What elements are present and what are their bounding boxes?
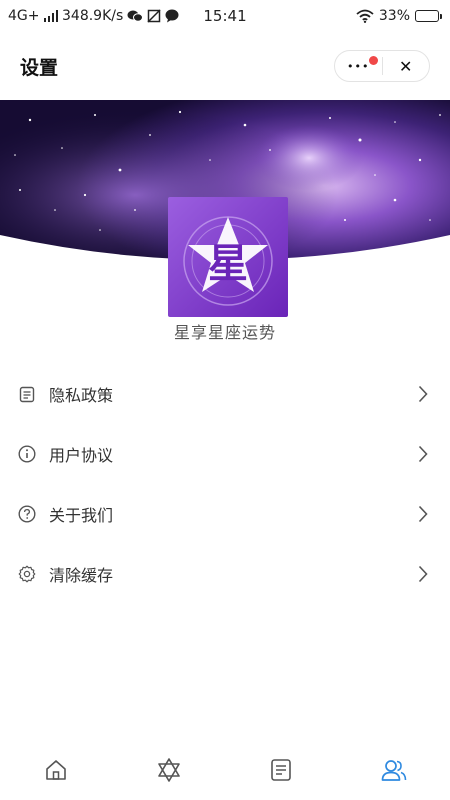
home-icon: [46, 760, 67, 780]
notification-dot: [369, 56, 378, 65]
menu-item-user-agreement[interactable]: 用户协议: [0, 424, 450, 484]
no-image-icon: [147, 9, 161, 23]
tab-profile[interactable]: [364, 740, 424, 800]
status-left: 4G+ 348.9K/s: [8, 8, 179, 24]
question-icon: [18, 505, 36, 523]
info-icon: [18, 445, 36, 463]
more-icon: •••: [347, 59, 370, 73]
menu-item-clear-cache[interactable]: 清除缓存: [0, 544, 450, 604]
close-button[interactable]: ✕: [383, 51, 430, 81]
menu-label: 隐私政策: [49, 386, 114, 405]
tab-constellation[interactable]: [139, 740, 199, 800]
battery-icon: [415, 10, 442, 22]
tab-home[interactable]: [26, 740, 86, 800]
clock: 15:41: [203, 7, 247, 25]
chevron-right-icon: [416, 384, 430, 404]
tab-articles[interactable]: [251, 740, 311, 800]
menu-item-about-us[interactable]: 关于我们: [0, 484, 450, 544]
page-title: 设置: [20, 56, 59, 79]
battery-percent: 33%: [378, 8, 410, 24]
network-speed: 348.9K/s: [62, 8, 124, 24]
chevron-right-icon: [416, 444, 430, 464]
settings-menu: 隐私政策 用户协议 关于我们 清除缓存: [0, 364, 450, 604]
menu-item-privacy-policy[interactable]: 隐私政策: [0, 364, 450, 424]
menu-label: 关于我们: [49, 506, 114, 525]
chevron-right-icon: [416, 564, 430, 584]
gear-icon: [18, 565, 36, 583]
app-name: 星享星座运势: [173, 323, 276, 342]
users-icon: [381, 760, 407, 781]
signal-icon: [43, 10, 58, 22]
chevron-right-icon: [416, 504, 430, 524]
close-icon: ✕: [399, 56, 413, 76]
document-icon: [18, 385, 36, 403]
header: 设置 ••• ✕: [0, 32, 450, 100]
status-bar: 4G+ 348.9K/s 15:41 33%: [0, 0, 450, 32]
article-icon: [271, 759, 292, 781]
menu-label: 清除缓存: [49, 566, 114, 585]
tab-bar: [0, 740, 450, 800]
hexagram-icon: [157, 758, 180, 782]
logo-glyph: 星: [208, 241, 248, 287]
network-type: 4G+: [8, 8, 40, 24]
app-logo: 星: [168, 197, 288, 317]
wechat-icon: [127, 10, 144, 22]
menu-label: 用户协议: [49, 446, 114, 465]
status-right: 33%: [356, 8, 442, 24]
mini-program-capsule: ••• ✕: [334, 50, 430, 82]
wifi-icon: [356, 9, 374, 23]
message-icon: [165, 9, 179, 23]
